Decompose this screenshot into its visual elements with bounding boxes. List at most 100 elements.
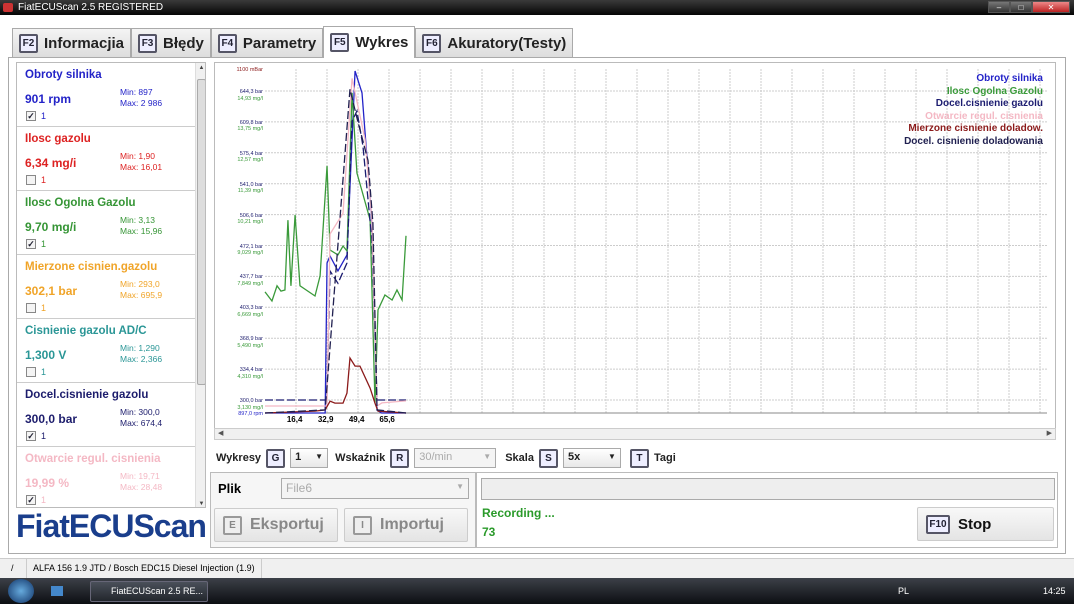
parameter-checkbox[interactable]: ✓ <box>26 239 36 249</box>
chart-legend: Obroty silnika Ilosc Ogolna Gazolu Docel.c… <box>904 73 1043 148</box>
tab-parametry[interactable]: F4 Parametry <box>210 28 324 58</box>
taskbar-app-label: FiatECUScan 2.5 RE... <box>111 586 204 596</box>
y-axis-label-group: 644,3 bar 14,93 mg/l <box>215 89 263 102</box>
parameter-card: Ilosc Ogolna Gazolu 9,70 mg/i Min: 3,13 M… <box>17 191 195 255</box>
status-separator: / <box>11 563 14 573</box>
scroll-left-icon[interactable]: ◀ <box>218 429 223 437</box>
parameter-name: Docel.cisnienie gazolu <box>25 389 149 401</box>
tab-wykres[interactable]: F5 Wykres <box>323 26 416 58</box>
skala-key-button[interactable]: S <box>538 448 558 468</box>
x-tick-label: 49,4 <box>348 415 365 424</box>
x-tick-label: 32,9 <box>317 415 334 424</box>
chart-horizontal-scrollbar[interactable]: ◀ ▶ <box>214 428 1056 440</box>
parameter-max: Max: 28,48 <box>120 482 163 492</box>
wskaznik-value: 30/min <box>419 451 453 463</box>
tab-key: F6 <box>422 34 442 53</box>
scroll-right-icon[interactable]: ▶ <box>1047 429 1052 437</box>
parameter-card: Docel.cisnienie gazolu 300,0 bar Min: 30… <box>17 383 195 447</box>
chevron-down-icon: ▼ <box>483 452 492 461</box>
minimize-button[interactable]: – <box>988 1 1010 13</box>
parameter-checkbox[interactable]: ✓ <box>26 431 36 441</box>
wskaznik-key-button[interactable]: R <box>390 448 410 468</box>
recording-progress-bar <box>481 478 1055 500</box>
scrollbar-thumb[interactable] <box>197 79 205 385</box>
parameter-value: 901 rpm <box>25 92 72 106</box>
parameter-checkbox[interactable] <box>26 175 36 185</box>
stop-key: F10 <box>926 514 950 534</box>
y-tick-label: 11,39 mg/l <box>237 188 263 195</box>
y-axis-label-group: 506,6 bar 10,21 mg/l <box>215 213 263 226</box>
vehicle-info: ALFA 156 1.9 JTD / Bosch EDC15 Diesel In… <box>26 559 262 578</box>
parameter-checkbox[interactable]: ✓ <box>26 111 36 121</box>
tab-key: F4 <box>217 34 237 53</box>
status-bar: / ALFA 156 1.9 JTD / Bosch EDC15 Diesel … <box>0 558 1074 578</box>
tagi-key-button[interactable]: T <box>629 448 649 468</box>
taskbar-app-button[interactable]: FiatECUScan 2.5 RE... <box>90 581 208 602</box>
tab-b-ędy[interactable]: F3 Błędy <box>131 28 211 58</box>
y-axis-label-group: 334,4 bar 4,310 mg/l <box>215 367 263 380</box>
parameter-min-max: Min: 3,13 Max: 15,96 <box>120 215 162 237</box>
parameter-list-scrollbar[interactable]: ▲ ▼ <box>195 63 205 507</box>
skala-value: 5x <box>567 451 581 463</box>
wykresy-key-button[interactable]: G <box>266 448 286 468</box>
tab-informacjia[interactable]: F2 Informacjia <box>12 28 132 58</box>
tab-key: F5 <box>330 33 350 52</box>
tab-key: F2 <box>19 34 38 53</box>
parameter-checkbox[interactable] <box>26 367 36 377</box>
skala-label: Skala <box>505 452 534 464</box>
logo: FiatECUScan <box>16 508 207 544</box>
clock[interactable]: 14:25 <box>1043 586 1066 596</box>
wykresy-select[interactable]: 1 ▼ <box>290 448 329 468</box>
show-desktop-icon[interactable] <box>51 586 63 596</box>
file-select[interactable]: File6 ▼ <box>281 478 469 499</box>
y-tick-label: 5,490 mg/l <box>237 342 263 349</box>
parameter-min: Min: 293,0 <box>120 279 160 289</box>
file-value: File6 <box>286 481 313 495</box>
parameter-min: Min: 19,71 <box>120 471 160 481</box>
parameter-min: Min: 300,0 <box>120 407 160 417</box>
y-axis-label-group: 541,0 bar 11,39 mg/l <box>215 182 263 195</box>
y-axis-label-group: 437,7 bar 7,849 mg/l <box>215 274 263 287</box>
parameter-checkbox[interactable] <box>26 303 36 313</box>
parameter-min-max: Min: 1,290 Max: 2,366 <box>120 343 162 365</box>
parameter-name: Cisnienie gazolu AD/C <box>25 325 147 337</box>
wskaznik-select[interactable]: 30/min ▼ <box>414 448 497 468</box>
scroll-up-icon[interactable]: ▲ <box>196 65 205 71</box>
y-axis-label-group: 1100 mBar <box>215 67 264 74</box>
y-axis-label-group: 472,1 bar 9,029 mg/l <box>215 244 263 257</box>
export-button[interactable]: E Eksportuj <box>214 508 338 542</box>
legend-entry: Docel.cisnienie gazolu <box>935 98 1043 109</box>
tagi-label: Tagi <box>653 452 676 464</box>
y-tick-label: 1100 mBar <box>236 67 264 73</box>
tab-label: Akuratory(Testy) <box>447 35 567 52</box>
scroll-down-icon[interactable]: ▼ <box>196 501 205 507</box>
export-label: Eksportuj <box>250 516 324 533</box>
tab-label: Wykres <box>355 34 409 51</box>
x-tick-label: 65,6 <box>379 415 395 424</box>
parameter-checkbox[interactable]: ✓ <box>26 495 36 505</box>
y-tick-label: 13,75 mg/l <box>237 126 263 133</box>
parameter-max: Max: 2 986 <box>120 98 163 108</box>
language-indicator[interactable]: PL <box>898 586 909 596</box>
skala-select[interactable]: 5x ▼ <box>562 448 621 468</box>
parameter-index: 1 <box>41 175 47 185</box>
tab-akuratory-testy-[interactable]: F6 Akuratory(Testy) <box>415 28 574 58</box>
import-key: I <box>353 515 372 535</box>
recording-count: 73 <box>482 525 496 539</box>
maximize-button[interactable]: □ <box>1010 1 1032 13</box>
parameter-value: 19,99 % <box>25 476 70 490</box>
close-button[interactable]: ✕ <box>1032 1 1070 13</box>
legend-entry: Ilosc Ogolna Gazolu <box>946 85 1043 97</box>
recording-panel: Recording ... 73 F10 Stop <box>476 472 1058 548</box>
parameter-max: Max: 15,96 <box>120 226 163 236</box>
start-button[interactable] <box>8 579 34 603</box>
parameter-max: Max: 674,4 <box>120 418 163 428</box>
chevron-down-icon: ▼ <box>608 452 616 461</box>
parameter-min: Min: 1,90 <box>120 151 155 161</box>
import-button[interactable]: I Importuj <box>344 508 468 542</box>
y-axis-label-group: 609,8 bar 13,75 mg/l <box>215 120 263 133</box>
parameter-list: Obroty silnika 901 rpm Min: 897 Max: 2 98… <box>16 62 206 508</box>
parameter-min: Min: 897 <box>120 87 153 97</box>
stop-button[interactable]: F10 Stop <box>917 507 1054 541</box>
legend-entry: Mierzone cisnienie doladow. <box>908 123 1043 134</box>
